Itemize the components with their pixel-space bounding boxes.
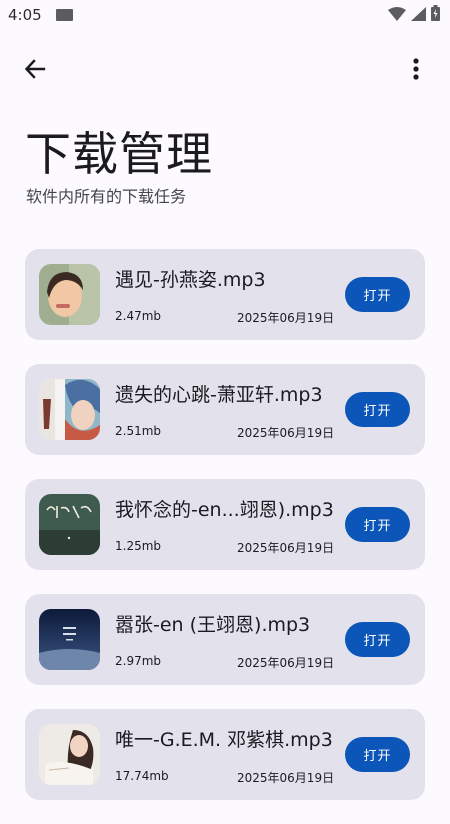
wifi-icon	[388, 6, 406, 25]
album-cover-image	[39, 264, 100, 325]
back-button[interactable]	[18, 54, 52, 88]
download-date: 2025年06月19日	[237, 426, 335, 440]
download-item: 遗失的心跳-萧亚轩.mp3 2.51mb 2025年06月19日 打开	[25, 364, 425, 455]
file-size: 2.47mb	[115, 309, 162, 323]
page-title: 下载管理	[25, 127, 213, 181]
file-size: 2.51mb	[115, 424, 162, 438]
open-button[interactable]: 打开	[345, 737, 410, 772]
status-icons	[388, 5, 440, 25]
file-name: 遗失的心跳-萧亚轩.mp3	[115, 384, 323, 406]
album-cover-image	[39, 724, 100, 785]
download-item: 我怀念的-en...翊恩).mp3 1.25mb 2025年06月19日 打开	[25, 479, 425, 570]
album-cover-image	[39, 609, 100, 670]
file-name: 遇见-孙燕姿.mp3	[115, 269, 266, 291]
download-date: 2025年06月19日	[237, 771, 335, 785]
file-name: 我怀念的-en...翊恩).mp3	[115, 499, 334, 521]
signal-icon	[411, 6, 426, 25]
album-cover-image	[39, 379, 100, 440]
top-app-bar	[0, 48, 450, 92]
more-vert-icon	[413, 58, 419, 84]
open-button[interactable]: 打开	[345, 622, 410, 657]
page-subtitle: 软件内所有的下载任务	[26, 187, 187, 206]
file-name: 嚣张-en (王翊恩).mp3	[115, 614, 311, 636]
download-date: 2025年06月19日	[237, 656, 335, 670]
download-item: 遇见-孙燕姿.mp3 2.47mb 2025年06月19日 打开	[25, 249, 425, 340]
file-size: 1.25mb	[115, 539, 162, 553]
download-item: 嚣张-en (王翊恩).mp3 2.97mb 2025年06月19日 打开	[25, 594, 425, 685]
status-bar: 4:05	[0, 0, 450, 32]
more-options-button[interactable]	[404, 54, 428, 88]
arrow-left-icon	[23, 57, 47, 85]
file-size: 2.97mb	[115, 654, 162, 668]
download-date: 2025年06月19日	[237, 541, 335, 555]
open-button[interactable]: 打开	[345, 392, 410, 427]
file-size: 17.74mb	[115, 769, 169, 783]
notification-icon	[56, 9, 73, 21]
open-button[interactable]: 打开	[345, 277, 410, 312]
battery-icon	[431, 5, 440, 25]
status-time: 4:05	[8, 6, 42, 24]
open-button[interactable]: 打开	[345, 507, 410, 542]
download-date: 2025年06月19日	[237, 311, 335, 325]
album-cover-image	[39, 494, 100, 555]
download-list: 遇见-孙燕姿.mp3 2.47mb 2025年06月19日 打开 遗失的心跳-萧…	[25, 249, 425, 824]
file-name: 唯一-G.E.M. 邓紫棋.mp3	[115, 729, 333, 751]
download-item: 唯一-G.E.M. 邓紫棋.mp3 17.74mb 2025年06月19日 打开	[25, 709, 425, 800]
